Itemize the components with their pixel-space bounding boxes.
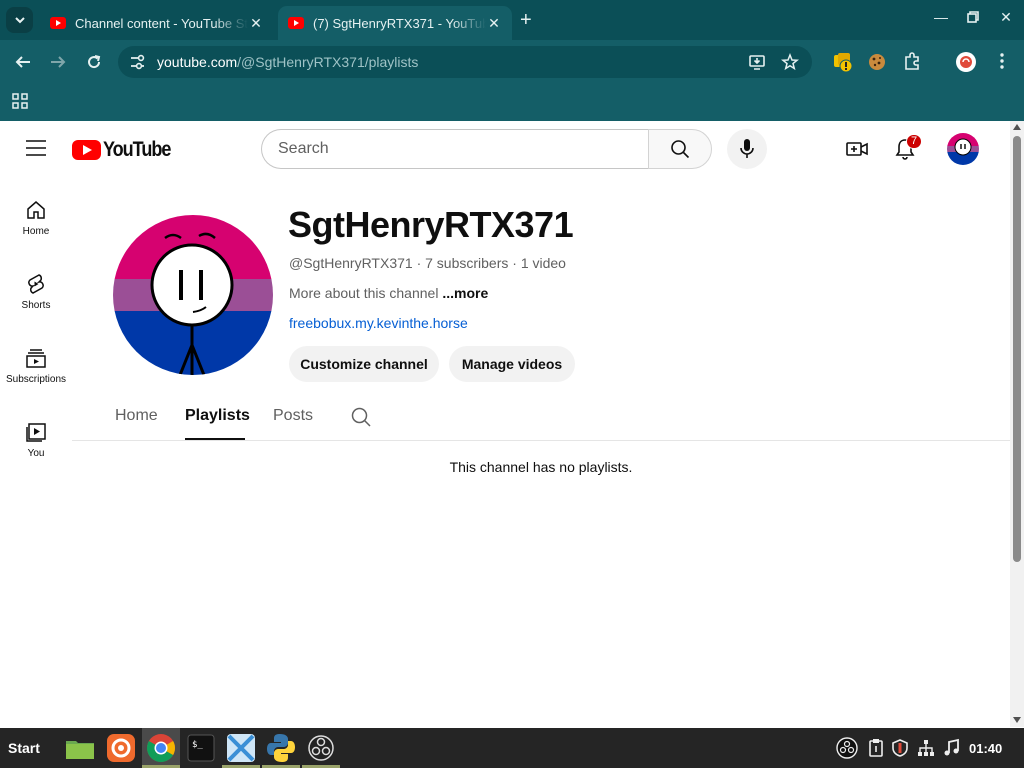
- empty-playlists-message: This channel has no playlists.: [449, 459, 633, 475]
- restore-icon[interactable]: [963, 9, 983, 23]
- search-input[interactable]: Search: [261, 129, 649, 169]
- extensions-puzzle-icon[interactable]: [902, 51, 924, 73]
- voice-search-button[interactable]: [727, 129, 767, 169]
- cookie-extension-icon[interactable]: [866, 51, 888, 73]
- back-arrow-icon[interactable]: [12, 51, 34, 73]
- tabs-divider: [72, 440, 1010, 441]
- customize-channel-button[interactable]: Customize channel: [289, 346, 439, 382]
- youtube-play-logo-icon: [72, 140, 101, 160]
- clipboard-tray-icon[interactable]: [866, 738, 886, 758]
- channel-meta: @SgtHenryRTX371 · 7 subscribers · 1 vide…: [289, 255, 566, 271]
- create-video-icon[interactable]: [845, 137, 869, 161]
- scrollbar-thumb[interactable]: [1013, 136, 1021, 562]
- obs-tray-icon[interactable]: [836, 737, 858, 759]
- chrome-icon[interactable]: [145, 732, 177, 764]
- start-button[interactable]: Start: [8, 740, 40, 756]
- tab-close-icon[interactable]: ✕: [248, 15, 264, 32]
- browser-tab-channel[interactable]: (7) SgtHenryRTX371 - YouTube ✕: [278, 6, 512, 40]
- shield-tray-icon[interactable]: [890, 738, 910, 758]
- tab-close-icon[interactable]: ✕: [486, 15, 502, 32]
- subscriptions-icon: [24, 346, 48, 370]
- notification-count-badge: 7: [906, 134, 923, 149]
- tab-title: Channel content - YouTube Studio: [75, 15, 248, 31]
- file-manager-icon[interactable]: [64, 732, 96, 764]
- site-settings-icon[interactable]: [128, 53, 146, 71]
- search-button[interactable]: [648, 129, 712, 169]
- window-close-icon[interactable]: ✕: [996, 9, 1016, 26]
- apps-grid-icon[interactable]: [12, 93, 28, 109]
- guide-item-subscriptions[interactable]: Subscriptions: [0, 346, 72, 385]
- chevron-down-icon: [14, 17, 25, 24]
- youtube-header: YouTube Search 7: [0, 121, 1010, 177]
- you-icon: [24, 420, 48, 444]
- search-icon: [671, 140, 690, 159]
- channel-search-icon[interactable]: [350, 406, 372, 428]
- channel-external-link[interactable]: freebobux.my.kevinthe.horse: [289, 315, 468, 331]
- microphone-icon: [740, 139, 754, 158]
- guide-label: You: [27, 448, 45, 459]
- terminal-icon[interactable]: $_: [185, 732, 217, 764]
- tab-search-button[interactable]: [6, 7, 33, 33]
- tiled-app-icon[interactable]: [225, 732, 257, 764]
- profile-avatar-icon[interactable]: [955, 51, 977, 73]
- obs-icon[interactable]: [305, 732, 337, 764]
- browser-menu-icon[interactable]: [992, 51, 1014, 73]
- manage-videos-button[interactable]: Manage videos: [449, 346, 575, 382]
- menu-icon[interactable]: [26, 140, 46, 156]
- page-scrollbar[interactable]: [1010, 121, 1024, 727]
- install-app-icon[interactable]: [748, 53, 766, 71]
- youtube-favicon-icon: [50, 17, 66, 29]
- svg-text:$_: $_: [192, 740, 203, 750]
- python-icon[interactable]: [265, 732, 297, 764]
- taskbar-clock: 01:40: [969, 741, 1003, 756]
- browser-tab-studio[interactable]: Channel content - YouTube Studio ✕: [40, 6, 274, 40]
- music-note-icon[interactable]: [942, 738, 962, 758]
- guide-item-home[interactable]: Home: [0, 198, 72, 237]
- bookmarks-bar: [0, 84, 1024, 121]
- browser-toolbar: youtube.com/@SgtHenryRTX371/playlists: [0, 40, 1024, 84]
- tab-playlists[interactable]: Playlists: [185, 407, 250, 425]
- channel-name: SgtHenryRTX371: [288, 204, 574, 245]
- youtube-logo[interactable]: YouTube: [72, 138, 181, 162]
- orange-app-icon[interactable]: [105, 732, 137, 764]
- taskbar: Start $_ 01:40: [0, 728, 1024, 768]
- guide-label: Subscriptions: [5, 374, 67, 385]
- reload-icon[interactable]: [83, 51, 105, 73]
- tab-posts[interactable]: Posts: [273, 407, 313, 425]
- youtube-favicon-icon: [288, 17, 304, 29]
- guide-label: Shorts: [21, 300, 51, 311]
- forward-arrow-icon[interactable]: [47, 51, 69, 73]
- channel-avatar[interactable]: [113, 215, 273, 375]
- guide-item-you[interactable]: You: [0, 420, 72, 459]
- about-text: More about this channel: [289, 285, 439, 301]
- url-text[interactable]: youtube.com/@SgtHenryRTX371/playlists: [157, 54, 418, 70]
- guide-label: Home: [22, 226, 50, 237]
- extension-warning-icon[interactable]: [832, 51, 854, 73]
- youtube-logo-text: YouTube: [103, 138, 171, 161]
- tab-strip: Channel content - YouTube Studio ✕ (7) S…: [0, 0, 1024, 40]
- channel-about[interactable]: More about this channel ...more: [289, 285, 488, 301]
- network-tray-icon[interactable]: [916, 738, 936, 758]
- minimize-icon[interactable]: —: [931, 9, 951, 25]
- account-avatar[interactable]: [947, 133, 979, 165]
- guide-item-shorts[interactable]: Shorts: [0, 272, 72, 311]
- browser-chrome: Channel content - YouTube Studio ✕ (7) S…: [0, 0, 1024, 121]
- address-bar[interactable]: youtube.com/@SgtHenryRTX371/playlists: [118, 46, 812, 78]
- home-icon: [24, 198, 48, 222]
- new-tab-plus-icon[interactable]: +: [520, 9, 532, 31]
- shorts-icon: [24, 272, 48, 296]
- tab-title: (7) SgtHenryRTX371 - YouTube: [313, 15, 486, 31]
- more-link[interactable]: ...more: [442, 285, 488, 301]
- tab-home[interactable]: Home: [115, 407, 158, 425]
- bookmark-star-icon[interactable]: [781, 53, 799, 71]
